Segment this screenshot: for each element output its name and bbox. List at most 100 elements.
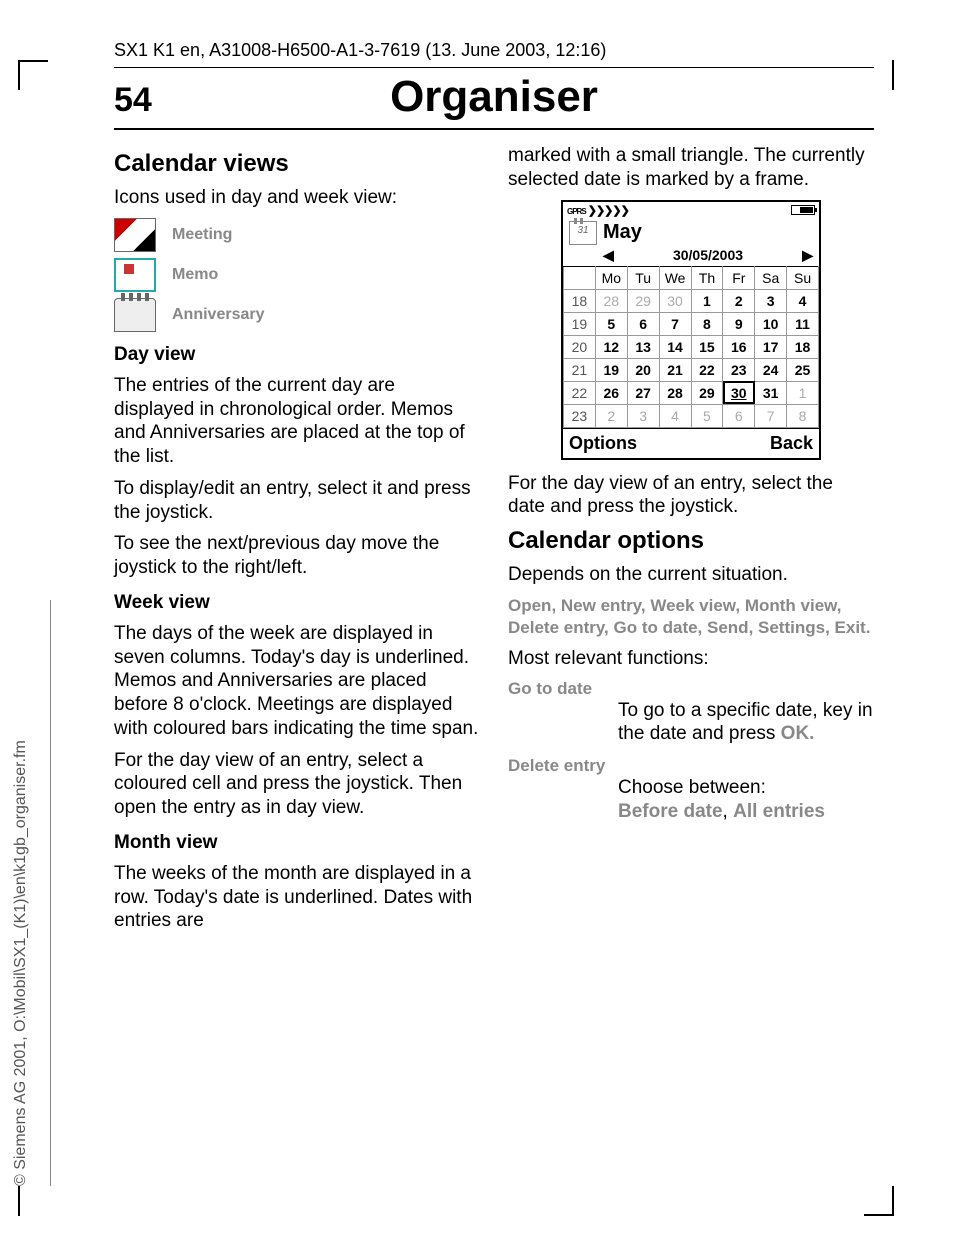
paragraph: Depends on the current situation.: [508, 563, 874, 587]
calendar-day-cell[interactable]: 6: [627, 312, 659, 335]
calendar-day-cell[interactable]: 13: [627, 335, 659, 358]
phone-date-bar: ◀ 30/05/2003 ▶: [563, 247, 819, 266]
calendar-day-cell[interactable]: 5: [691, 404, 723, 427]
def-term: Go to date: [508, 679, 874, 699]
paragraph: For the day view of an entry, select a c…: [114, 749, 480, 820]
phone-screenshot: GPRS ❯❯❯❯❯ 31 May ◀ 30/05/2003 ▶ MoTuWeT…: [561, 200, 821, 460]
paragraph: The entries of the current day are displ…: [114, 374, 480, 469]
paragraph: Most relevant functions:: [508, 647, 874, 671]
icon-row-meeting: Meeting: [114, 218, 480, 252]
calendar-corner: [564, 266, 596, 289]
icon-label: Anniversary: [172, 306, 265, 324]
calendar-day-cell[interactable]: 4: [659, 404, 691, 427]
rule: [114, 67, 874, 68]
definition-go-to-date: Go to date To go to a specific date, key…: [508, 679, 874, 747]
manual-page: © Siemens AG 2001, O:\Mobil\SX1_(K1)\en\…: [0, 0, 954, 1246]
heading-month-view: Month view: [114, 832, 480, 854]
option-before-date: Before date: [618, 801, 723, 822]
calendar-day-cell[interactable]: 1: [691, 289, 723, 312]
calendar-day-cell[interactable]: 12: [595, 335, 627, 358]
right-column: marked with a small triangle. The curren…: [508, 144, 874, 941]
calendar-day-cell[interactable]: 23: [723, 358, 755, 381]
paragraph: marked with a small triangle. The curren…: [508, 144, 874, 192]
calendar-day-cell[interactable]: 28: [659, 381, 691, 404]
calendar-day-cell[interactable]: 2: [595, 404, 627, 427]
calendar-day-cell[interactable]: 6: [723, 404, 755, 427]
phone-date: 30/05/2003: [673, 247, 743, 263]
chapter-title: Organiser: [114, 72, 874, 122]
calendar-day-cell[interactable]: 21: [659, 358, 691, 381]
softkey-back[interactable]: Back: [770, 433, 813, 454]
calendar-grid: MoTuWeThFrSaSu 1828293012341956789101120…: [563, 266, 819, 428]
calendar-day-cell[interactable]: 22: [691, 358, 723, 381]
crop-mark: [892, 60, 894, 90]
arrow-right-icon[interactable]: ▶: [802, 247, 813, 264]
calendar-day-cell[interactable]: 2: [723, 289, 755, 312]
calendar-day-cell[interactable]: 31: [755, 381, 787, 404]
calendar-day-cell[interactable]: 9: [723, 312, 755, 335]
calendar-day-cell[interactable]: 10: [755, 312, 787, 335]
icon-row-memo: Memo: [114, 258, 480, 292]
softkey-options[interactable]: Options: [569, 433, 637, 454]
icon-row-anniversary: Anniversary: [114, 298, 480, 332]
calendar-week-number: 23: [564, 404, 596, 427]
battery-icon: [791, 205, 815, 215]
signal-icon: GPRS ❯❯❯❯❯: [567, 204, 629, 217]
calendar-day-cell[interactable]: 5: [595, 312, 627, 335]
calendar-day-cell[interactable]: 30: [723, 381, 755, 404]
calendar-day-cell[interactable]: 14: [659, 335, 691, 358]
calendar-week-number: 21: [564, 358, 596, 381]
calendar-day-cell[interactable]: 27: [627, 381, 659, 404]
calendar-week-number: 20: [564, 335, 596, 358]
calendar-day-cell[interactable]: 8: [787, 404, 819, 427]
calendar-day-cell[interactable]: 15: [691, 335, 723, 358]
calendar-day-header: Tu: [627, 266, 659, 289]
calendar-day-cell[interactable]: 18: [787, 335, 819, 358]
calendar-week-number: 18: [564, 289, 596, 312]
calendar-day-cell[interactable]: 3: [755, 289, 787, 312]
side-rule: [50, 600, 51, 1186]
phone-month-label: May: [603, 221, 642, 244]
phone-status-bar: GPRS ❯❯❯❯❯: [563, 202, 819, 219]
calendar-day-cell[interactable]: 20: [627, 358, 659, 381]
calendar-day-cell[interactable]: 7: [659, 312, 691, 335]
copyright-sidetext: © Siemens AG 2001, O:\Mobil\SX1_(K1)\en\…: [12, 740, 30, 1186]
phone-title-bar: 31 May: [563, 219, 819, 247]
crop-mark: [864, 1186, 894, 1216]
heading-day-view: Day view: [114, 344, 480, 366]
calendar-day-cell[interactable]: 3: [627, 404, 659, 427]
crop-mark: [18, 1186, 20, 1216]
arrow-left-icon[interactable]: ◀: [603, 247, 614, 264]
crop-mark: [18, 60, 48, 90]
ok-label: OK.: [781, 723, 815, 744]
def-term: Delete entry: [508, 756, 874, 776]
option-all-entries: All entries: [733, 801, 825, 822]
calendar-day-cell[interactable]: 16: [723, 335, 755, 358]
meeting-icon: [114, 218, 156, 252]
running-header: SX1 K1 en, A31008-H6500-A1-3-7619 (13. J…: [80, 30, 874, 63]
calendar-day-cell[interactable]: 19: [595, 358, 627, 381]
calendar-day-cell[interactable]: 25: [787, 358, 819, 381]
heading-calendar-views: Calendar views: [114, 150, 480, 178]
calendar-day-cell[interactable]: 30: [659, 289, 691, 312]
calendar-day-cell[interactable]: 7: [755, 404, 787, 427]
calendar-day-cell[interactable]: 1: [787, 381, 819, 404]
title-row: 54 Organiser: [80, 72, 874, 122]
paragraph: For the day view of an entry, select the…: [508, 472, 874, 520]
calendar-day-cell[interactable]: 24: [755, 358, 787, 381]
paragraph: The days of the week are displayed in se…: [114, 622, 480, 741]
definition-delete-entry: Delete entry Choose between: Before date…: [508, 756, 874, 824]
calendar-day-cell[interactable]: 11: [787, 312, 819, 335]
calendar-day-header: We: [659, 266, 691, 289]
calendar-day-cell[interactable]: 26: [595, 381, 627, 404]
calendar-day-cell[interactable]: 17: [755, 335, 787, 358]
calendar-day-cell[interactable]: 29: [691, 381, 723, 404]
calendar-day-cell[interactable]: 28: [595, 289, 627, 312]
calendar-day-cell[interactable]: 8: [691, 312, 723, 335]
calendar-day-cell[interactable]: 29: [627, 289, 659, 312]
calendar-day-header: Su: [787, 266, 819, 289]
calendar-app-icon: 31: [569, 221, 597, 245]
calendar-day-header: Sa: [755, 266, 787, 289]
def-body: To go to a specific date, key in the dat…: [508, 699, 874, 747]
calendar-day-cell[interactable]: 4: [787, 289, 819, 312]
